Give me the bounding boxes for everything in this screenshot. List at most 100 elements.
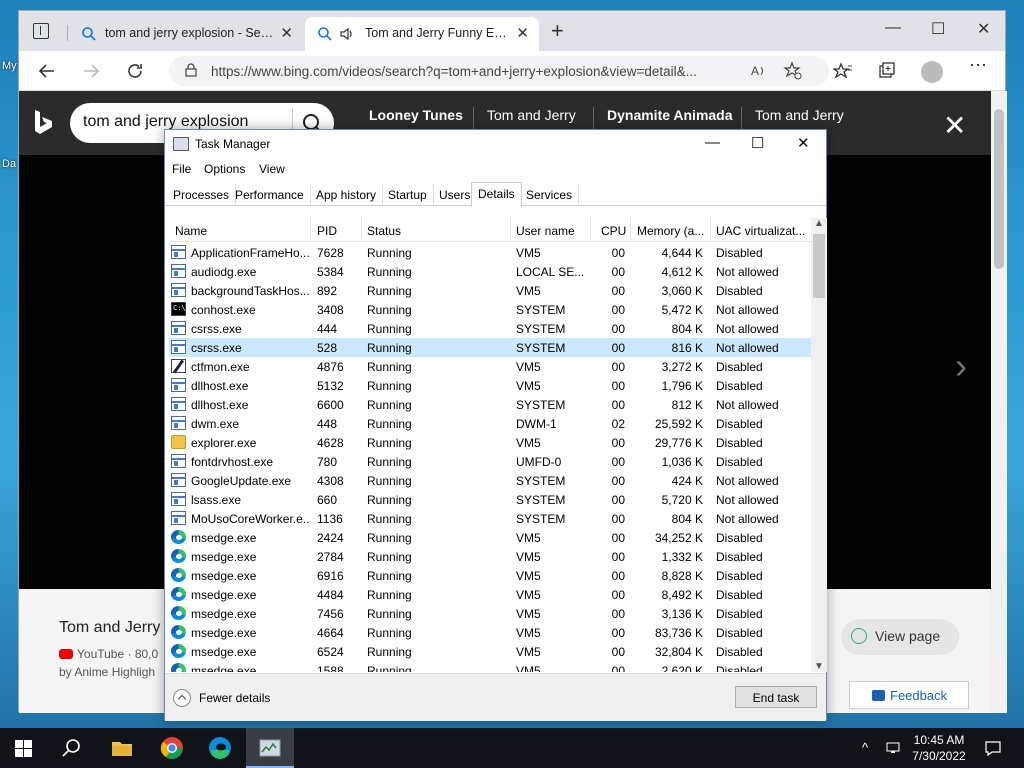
sort-ascending-icon: ^ [233, 218, 238, 223]
file-explorer-icon[interactable] [110, 736, 134, 760]
view-page-button[interactable]: View page [841, 619, 959, 655]
table-row[interactable]: msedge.exe 1588 Running VM5 00 2,620 K Disable… [169, 661, 813, 672]
cell-status: Running [367, 664, 412, 672]
scrollbar-thumb[interactable] [813, 234, 825, 298]
menu-options[interactable]: Options [204, 162, 245, 176]
speaker-icon[interactable] [339, 26, 355, 42]
tab-details[interactable]: Details [471, 182, 522, 207]
tab-performance[interactable]: Performance [229, 184, 311, 206]
tab-services[interactable]: Services [520, 184, 580, 206]
refresh-icon[interactable] [125, 61, 145, 81]
tab-processes[interactable]: Processes [167, 184, 237, 206]
url-field[interactable]: https://www.bing.com/videos/search?q=tom… [169, 56, 829, 86]
table-row[interactable]: GoogleUpdate.exe 4308 Running SYSTEM 00 424 K… [169, 471, 813, 490]
table-row[interactable]: csrss.exe 528 Running SYSTEM 00 816 K Not allo… [169, 338, 813, 357]
table-row[interactable]: msedge.exe 6916 Running VM5 00 8,828 K Disable… [169, 566, 813, 585]
maximize-button[interactable]: ☐ [931, 19, 945, 39]
minimize-button[interactable]: — [705, 134, 720, 151]
tab-tom-and-jerry-video[interactable]: Tom and Jerry Funny Explosion ✕ [305, 17, 539, 51]
table-row[interactable]: lsass.exe 660 Running SYSTEM 00 5,720 K Not al… [169, 490, 813, 509]
back-icon[interactable] [37, 61, 57, 81]
table-row[interactable]: msedge.exe 6524 Running VM5 00 32,804 K Disabl… [169, 642, 813, 661]
bing-logo-icon[interactable] [33, 109, 53, 135]
read-aloud-icon[interactable]: A [749, 61, 769, 81]
table-row[interactable]: MoUsoCoreWorker.e... 1136 Running SYSTEM 00 8… [169, 509, 813, 528]
table-scrollbar[interactable]: ▲ ▼ [811, 218, 827, 672]
edge-icon[interactable] [208, 736, 232, 760]
close-video-button[interactable]: ✕ [943, 109, 966, 142]
tray-chevron-icon[interactable]: ^ [862, 740, 868, 755]
page-scrollbar[interactable] [991, 91, 1007, 713]
table-row[interactable]: ApplicationFrameHo... 7628 Running VM5 00 4,6… [169, 243, 813, 262]
favorites-icon[interactable] [833, 61, 853, 81]
system-clock[interactable]: 10:45 AM 7/30/2022 [906, 732, 972, 764]
column-header-uac[interactable]: UAC virtualizat... [710, 224, 814, 242]
chrome-icon[interactable] [160, 736, 184, 760]
tab-close-button[interactable]: ✕ [280, 24, 293, 42]
table-row[interactable]: backgroundTaskHos... 892 Running VM5 00 3,060… [169, 281, 813, 300]
column-header-status[interactable]: Status [361, 224, 511, 242]
tab-actions-icon[interactable] [33, 23, 49, 39]
notification-icon[interactable] [984, 739, 1002, 757]
cell-pid: 448 [317, 417, 338, 431]
add-favorite-icon[interactable] [783, 61, 803, 81]
related-chip[interactable]: Dynamite Animada [607, 107, 733, 123]
new-tab-button[interactable]: + [551, 18, 564, 44]
table-row[interactable]: explorer.exe 4628 Running VM5 00 29,776 K Disa… [169, 433, 813, 452]
table-row[interactable]: msedge.exe 7456 Running VM5 00 3,136 K Disable… [169, 604, 813, 623]
table-row[interactable]: msedge.exe 4664 Running VM5 00 83,736 K Disabl… [169, 623, 813, 642]
tab-close-button[interactable]: ✕ [516, 24, 529, 42]
table-row[interactable]: conhost.exe 3408 Running SYSTEM 00 5,472 K Not… [169, 300, 813, 319]
profile-icon[interactable] [921, 61, 943, 83]
scroll-down-icon[interactable]: ▼ [814, 661, 824, 672]
table-row[interactable]: csrss.exe 444 Running SYSTEM 00 804 K Not allo… [169, 319, 813, 338]
scrollbar-thumb[interactable] [994, 109, 1004, 269]
related-chip[interactable]: Tom and Jerry [755, 107, 844, 123]
scroll-up-icon[interactable]: ▲ [814, 218, 824, 229]
end-task-button[interactable]: End task [735, 686, 817, 708]
related-chip[interactable]: Looney Tunes [369, 107, 463, 123]
forward-icon[interactable] [81, 61, 101, 81]
table-row[interactable]: ctfmon.exe 4876 Running VM5 00 3,272 K Disable… [169, 357, 813, 376]
lock-icon[interactable] [185, 63, 197, 77]
table-row[interactable]: audiodg.exe 5384 Running LOCAL SE... 00 4,612… [169, 262, 813, 281]
task-manager-titlebar[interactable]: Task Manager — ☐ ✕ [165, 130, 826, 158]
menu-view[interactable]: View [259, 162, 285, 176]
column-divider[interactable] [590, 218, 591, 242]
table-row[interactable]: dllhost.exe 5132 Running VM5 00 1,796 K Disabl… [169, 376, 813, 395]
tab-bing-search[interactable]: tom and jerry explosion - Search ✕ [69, 17, 303, 51]
column-header-pid[interactable]: PID [311, 224, 361, 242]
search-icon[interactable] [60, 736, 84, 760]
table-row[interactable]: dwm.exe 448 Running DWM-1 02 25,592 K Disabled [169, 414, 813, 433]
tab-app-history[interactable]: App history [310, 184, 384, 206]
more-icon[interactable]: ⋯ [969, 55, 989, 75]
column-header-memory[interactable]: Memory (a... [631, 224, 709, 242]
start-button[interactable] [15, 740, 32, 757]
tab-startup[interactable]: Startup [382, 184, 434, 206]
maximize-button[interactable]: ☐ [751, 134, 764, 152]
feedback-button[interactable]: Feedback [849, 681, 969, 709]
related-chip[interactable]: Tom and Jerry [487, 107, 576, 123]
collections-icon[interactable] [877, 61, 897, 81]
video-title[interactable]: Tom and Jerry [59, 619, 160, 637]
menu-file[interactable]: File [172, 162, 191, 176]
close-button[interactable]: ✕ [977, 19, 990, 39]
column-header-name[interactable]: Name [169, 224, 309, 242]
close-button[interactable]: ✕ [797, 134, 810, 152]
minimize-button[interactable]: — [885, 19, 901, 37]
chevron-up-icon[interactable] [173, 689, 191, 707]
table-row[interactable]: msedge.exe 4484 Running VM5 00 8,492 K Disable… [169, 585, 813, 604]
next-video-icon[interactable]: › [955, 345, 967, 387]
task-manager-window: Task Manager — ☐ ✕ File Options View Pro… [164, 129, 827, 721]
table-row[interactable]: fontdrvhost.exe 780 Running UMFD-0 00 1,036 K… [169, 452, 813, 471]
table-row[interactable]: dllhost.exe 6600 Running SYSTEM 00 812 K Not a… [169, 395, 813, 414]
fewer-details-link[interactable]: Fewer details [199, 691, 270, 705]
table-row[interactable]: msedge.exe 2784 Running VM5 00 1,332 K Disable… [169, 547, 813, 566]
column-header-cpu[interactable]: CPU [595, 224, 633, 242]
cell-mem: 32,804 K [654, 645, 703, 659]
column-header-user[interactable]: User name [510, 224, 590, 242]
table-row[interactable]: msedge.exe 2424 Running VM5 00 34,252 K Disabl… [169, 528, 813, 547]
network-icon[interactable] [886, 740, 902, 756]
cell-name: msedge.exe [191, 664, 257, 672]
task-manager-icon[interactable] [258, 736, 282, 760]
